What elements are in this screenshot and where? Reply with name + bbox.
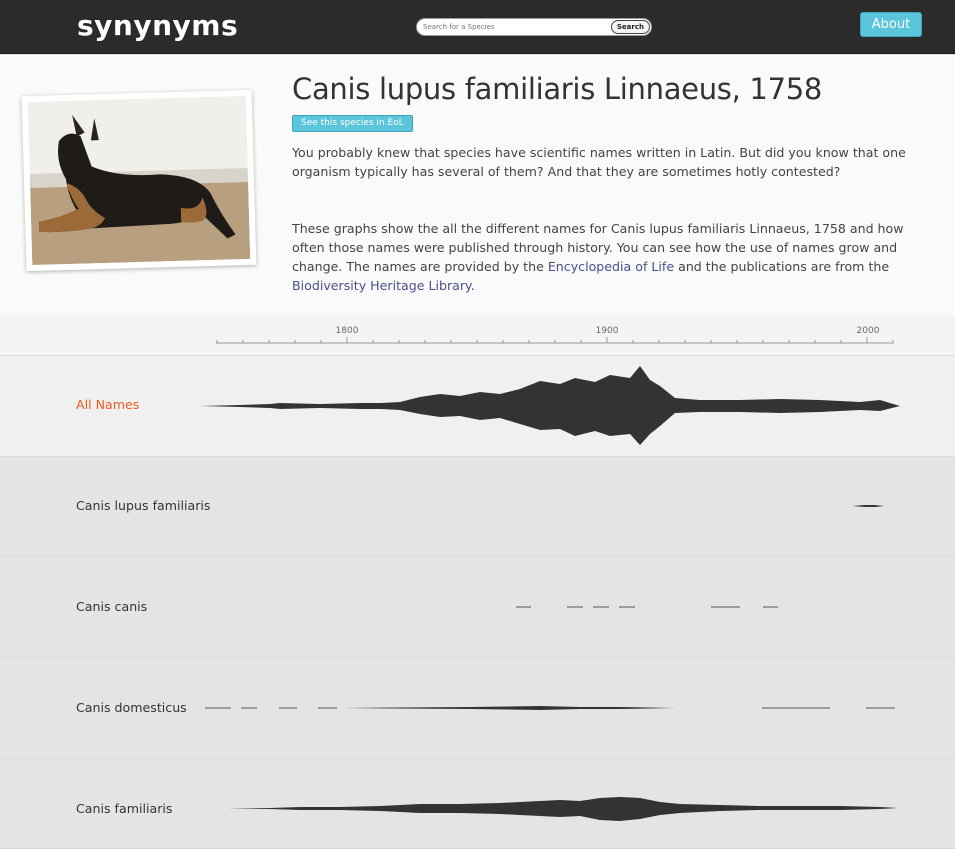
stream-canis-canis <box>516 606 778 608</box>
stream-shape <box>852 505 884 507</box>
name-row-canis-familiaris[interactable]: Canis familiaris <box>0 759 955 849</box>
name-row-canis-domesticus[interactable]: Canis domesticus <box>0 658 955 759</box>
top-bar: synynyms Search About <box>0 0 955 54</box>
stream-shape <box>343 706 675 710</box>
see-in-eol-button[interactable]: See this species in EoL <box>292 115 413 132</box>
search-box: Search <box>416 18 652 36</box>
stream-all-names <box>200 366 900 445</box>
description-text-2: and the publications are from the <box>674 259 890 274</box>
timeline-axis: 1800 1900 2000 <box>0 315 955 356</box>
site-logo[interactable]: synynyms <box>77 9 238 42</box>
stream-canis-lupus-familiaris <box>852 505 884 507</box>
search-input[interactable] <box>423 20 613 34</box>
about-button[interactable]: About <box>860 12 922 37</box>
description-paragraph: These graphs show the all the different … <box>292 219 924 295</box>
species-title: Canis lupus familiaris Linnaeus, 1758 <box>292 72 823 106</box>
species-photo <box>21 89 257 272</box>
stream-canis-domesticus <box>205 706 895 710</box>
stream-shape <box>228 797 898 821</box>
name-row-canis-canis[interactable]: Canis canis <box>0 557 955 658</box>
eol-link[interactable]: Encyclopedia of Life <box>548 259 674 274</box>
intro-paragraph: You probably knew that species have scie… <box>292 145 906 179</box>
minor-ticks <box>216 337 894 343</box>
tick-label-1900: 1900 <box>596 326 619 336</box>
tick-label-2000: 2000 <box>857 326 880 336</box>
name-row-canis-lupus-familiaris[interactable]: Canis lupus familiaris <box>0 457 955 557</box>
tick-label-1800: 1800 <box>336 326 359 336</box>
description-text-3: . <box>470 278 475 293</box>
stream-canis-familiaris <box>228 797 898 821</box>
stream-shape <box>200 366 900 445</box>
axis-svg: 1800 1900 2000 <box>216 326 894 344</box>
name-row-all-names[interactable]: All Names <box>0 356 955 457</box>
search-button[interactable]: Search <box>610 20 650 34</box>
bhl-link[interactable]: Biodiversity Heritage Library <box>292 278 471 293</box>
dog-photo <box>27 95 251 266</box>
